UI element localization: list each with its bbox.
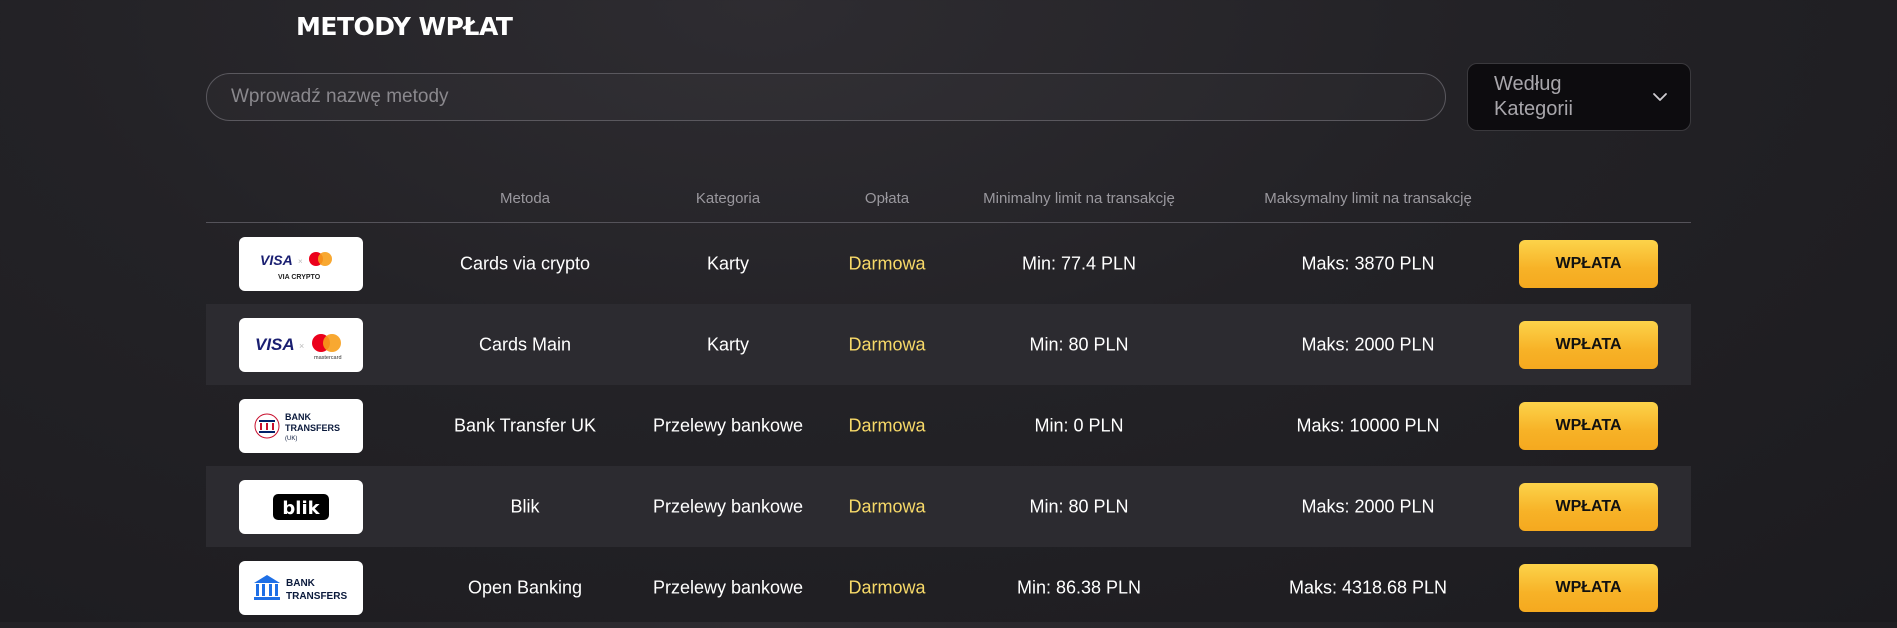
- visa-mastercard-logo: VISA × mastercard: [239, 317, 363, 372]
- method-min-limit: Min: 80 PLN: [1029, 496, 1129, 516]
- method-name: Blik: [510, 496, 540, 516]
- method-name: Bank Transfer UK: [453, 415, 597, 435]
- method-min-limit: Min: 0 PLN: [1034, 415, 1124, 435]
- visa-mastercard-crypto-logo: VISA × VIA CRYPTO: [239, 236, 363, 291]
- logo-transfers-text: TRANSFERS: [286, 591, 347, 602]
- logo-visa-text: VISA: [255, 335, 295, 354]
- method-fee: Darmowa: [848, 334, 926, 354]
- deposit-button[interactable]: WPŁATA: [1519, 563, 1658, 612]
- method-fee: Darmowa: [848, 577, 926, 597]
- method-min-limit: Min: 77.4 PLN: [1021, 253, 1137, 273]
- method-name: Open Banking: [467, 577, 583, 597]
- header-method: Metoda: [499, 190, 551, 207]
- method-name: Cards Main: [478, 334, 572, 354]
- method-max-limit: Maks: 2000 PLN: [1301, 334, 1435, 354]
- logo-uk-text: (UK): [285, 436, 297, 442]
- deposit-button[interactable]: WPŁATA: [1519, 401, 1658, 450]
- method-name: Cards via crypto: [459, 253, 591, 273]
- table-row: BANK TRANSFERS (UK) Bank Transfer UK Prz…: [206, 385, 1691, 466]
- method-fee: Darmowa: [848, 415, 926, 435]
- header-category: Kategoria: [695, 190, 761, 207]
- method-max-limit: Maks: 4318.68 PLN: [1288, 577, 1448, 597]
- table-header: Metoda Kategoria Opłata Minimalny limit …: [206, 180, 1691, 223]
- header-fee: Opłata: [864, 190, 910, 207]
- table-row: blik Blik Przelewy bankowe Darmowa Min: …: [206, 466, 1691, 547]
- payment-methods-table: Metoda Kategoria Opłata Minimalny limit …: [206, 180, 1691, 628]
- logo-blik-text: blik: [282, 498, 320, 519]
- logo-mastercard-text: mastercard: [314, 355, 342, 361]
- logo-visa-text: VISA: [260, 252, 293, 268]
- chevron-down-icon: [1653, 93, 1667, 101]
- table-row: BANK TRANSFERS Open Banking Przelewy ban…: [206, 547, 1691, 628]
- method-category: Przelewy bankowe: [652, 577, 804, 597]
- category-filter-dropdown[interactable]: Według Kategorii: [1467, 63, 1691, 131]
- method-max-limit: Maks: 2000 PLN: [1301, 496, 1435, 516]
- method-min-limit: Min: 86.38 PLN: [1016, 577, 1142, 597]
- method-min-limit: Min: 80 PLN: [1029, 334, 1129, 354]
- header-min-limit: Minimalny limit na transakcję: [983, 190, 1175, 207]
- search-field[interactable]: [206, 73, 1446, 121]
- category-filter-label: Według Kategorii: [1494, 73, 1573, 120]
- deposit-button[interactable]: WPŁATA: [1519, 482, 1658, 531]
- bank-transfers-logo: BANK TRANSFERS: [239, 560, 363, 615]
- method-category: Karty: [706, 334, 750, 354]
- method-fee: Darmowa: [848, 496, 926, 516]
- svg-text:×: ×: [299, 341, 304, 351]
- logo-via-crypto-text: VIA CRYPTO: [278, 274, 321, 281]
- method-category: Karty: [706, 253, 750, 273]
- svg-text:×: ×: [298, 257, 303, 266]
- deposit-button[interactable]: WPŁATA: [1519, 239, 1658, 288]
- logo-bank-text: BANK: [286, 578, 316, 589]
- search-input[interactable]: [229, 85, 1445, 109]
- bank-transfers-uk-logo: BANK TRANSFERS (UK): [239, 398, 363, 453]
- method-category: Przelewy bankowe: [652, 415, 804, 435]
- page-title: METODY WPŁAT: [296, 12, 513, 41]
- method-max-limit: Maks: 3870 PLN: [1301, 253, 1435, 273]
- logo-transfers-text: TRANSFERS: [285, 423, 340, 433]
- header-max-limit: Maksymalny limit na transakcję: [1264, 190, 1472, 207]
- method-fee: Darmowa: [848, 253, 926, 273]
- blik-logo: blik: [239, 479, 363, 534]
- table-row: VISA × VIA CRYPTO Cards via crypto Karty…: [206, 223, 1691, 304]
- table-row: VISA × mastercard Cards Main Karty Darmo…: [206, 304, 1691, 385]
- method-max-limit: Maks: 10000 PLN: [1296, 415, 1440, 435]
- method-category: Przelewy bankowe: [652, 496, 804, 516]
- logo-bank-text: BANK: [285, 412, 311, 422]
- deposit-button[interactable]: WPŁATA: [1519, 320, 1658, 369]
